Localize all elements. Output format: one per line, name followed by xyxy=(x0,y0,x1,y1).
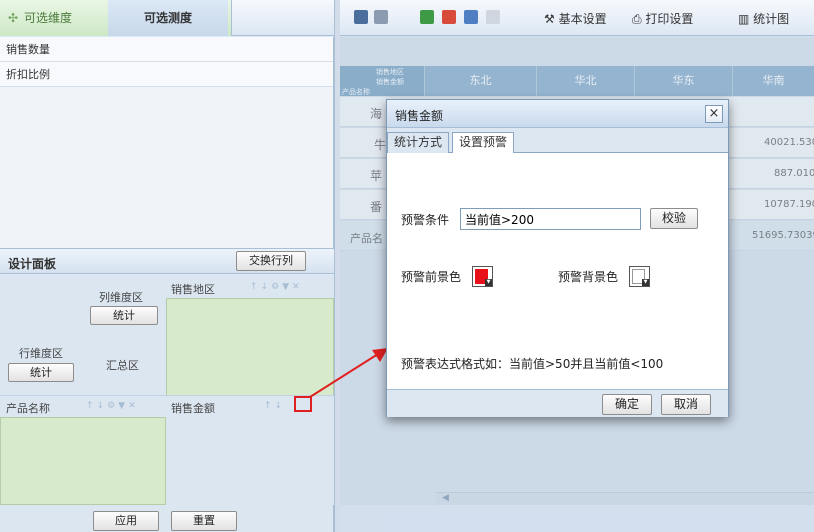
pdf-icon[interactable] xyxy=(442,10,456,24)
design-panel-title: 设计面板 xyxy=(8,257,57,271)
field-tab-bar: ✣ 可选维度 可选测度 xyxy=(0,0,334,36)
column-stat-button[interactable]: 统计 xyxy=(90,306,158,325)
excel-icon[interactable] xyxy=(420,10,434,24)
summary-zone-label: 汇总区 xyxy=(106,359,139,372)
tab-measures[interactable]: 可选测度 xyxy=(108,0,228,36)
design-panel-header: 设计面板 交换行列 xyxy=(0,248,334,274)
chart-button[interactable]: ▥ 统计图 xyxy=(738,10,789,27)
print-settings-button[interactable]: ⎙ 打印设置 xyxy=(632,10,693,27)
dropdown-icon: ▼ xyxy=(642,279,649,286)
field-action-icons[interactable]: ↑↓⚙▼✕ xyxy=(250,282,303,292)
chart-label: 统计图 xyxy=(753,12,790,26)
toolbar: ⚒ 基本设置 ⎙ 打印设置 ▥ 统计图 xyxy=(340,0,814,36)
summary-field-label[interactable]: 销售金额 xyxy=(171,400,215,416)
field-action-icons[interactable]: ↑↓⚙▼✕ xyxy=(86,401,139,411)
summary-drop-zone[interactable] xyxy=(166,417,334,505)
row-drop-zone[interactable] xyxy=(0,417,166,505)
bg-color-picker[interactable]: ▼ xyxy=(629,266,650,287)
dialog-footer: 确定 取消 xyxy=(387,389,728,417)
column-field-label[interactable]: 销售地区 xyxy=(171,281,215,297)
basic-settings-label: 基本设置 xyxy=(558,12,607,26)
row-stat-button[interactable]: 统计 xyxy=(8,363,74,382)
dialog-title-bar[interactable]: 销售金额 × xyxy=(387,100,728,128)
measure-item[interactable]: 销售数量 xyxy=(0,37,333,62)
bottom-bar: 应用 重置 xyxy=(0,505,334,532)
ok-button[interactable]: 确定 xyxy=(602,394,652,415)
field-action-icons[interactable]: ↑↓ xyxy=(264,401,285,411)
tab-dimensions-label: 可选维度 xyxy=(24,11,73,25)
column-field-header: 销售地区 ↑↓⚙▼✕ xyxy=(166,275,334,298)
swap-rows-columns-button[interactable]: 交换行列 xyxy=(236,251,306,271)
condition-label: 预警条件 xyxy=(401,213,450,227)
column-zone-label: 列维度区 xyxy=(99,291,143,304)
document-icon[interactable] xyxy=(486,10,500,24)
basic-settings-button[interactable]: ⚒ 基本设置 xyxy=(544,10,607,27)
dialog-body: 预警条件 校验 预警前景色 ▼ 预警背景色 ▼ 预警表达式格式如：当前值>50并… xyxy=(387,153,728,389)
apply-button[interactable]: 应用 xyxy=(93,511,159,531)
dropdown-icon: ▼ xyxy=(485,279,492,286)
measure-item[interactable]: 折扣比例 xyxy=(0,62,333,87)
fg-color-label: 预警前景色 xyxy=(401,270,462,284)
condition-input[interactable] xyxy=(460,208,641,230)
bg-color-label: 预警背景色 xyxy=(558,270,619,284)
cancel-button[interactable]: 取消 xyxy=(661,394,711,415)
reset-button[interactable]: 重置 xyxy=(171,511,237,531)
move-icon: ✣ xyxy=(8,11,19,25)
row-zone-label: 行维度区 xyxy=(19,347,63,360)
fg-color-picker[interactable]: ▼ xyxy=(472,266,493,287)
row-field-label[interactable]: 产品名称 xyxy=(6,400,50,416)
expression-hint: 预警表达式格式如：当前值>50并且当前值<100 xyxy=(401,357,664,371)
pointer-arrow-icon xyxy=(309,348,388,398)
close-icon[interactable]: × xyxy=(705,105,723,123)
validate-button[interactable]: 校验 xyxy=(650,208,698,229)
dialog-tab-bar: 统计方式 设置预警 xyxy=(387,128,728,154)
save-icon[interactable] xyxy=(354,10,368,24)
print-settings-label: 打印设置 xyxy=(645,12,694,26)
word-icon[interactable] xyxy=(464,10,478,24)
row-field-header: 产品名称 ↑↓⚙▼✕ xyxy=(0,395,166,417)
dialog-title: 销售金额 xyxy=(395,109,444,123)
measure-list: 销售数量 折扣比例 xyxy=(0,37,334,248)
design-area: 列维度区 统计 销售地区 ↑↓⚙▼✕ 行维度区 统计 汇总区 产品名称 ↑↓⚙▼… xyxy=(0,275,334,505)
tab-set-alert[interactable]: 设置预警 xyxy=(452,132,515,154)
print-icon[interactable] xyxy=(374,10,388,24)
alert-settings-dialog: 销售金额 × 统计方式 设置预警 预警条件 校验 预警前景色 ▼ 预警背景色 ▼… xyxy=(386,99,729,417)
tab-stat-method[interactable]: 统计方式 xyxy=(387,132,450,153)
